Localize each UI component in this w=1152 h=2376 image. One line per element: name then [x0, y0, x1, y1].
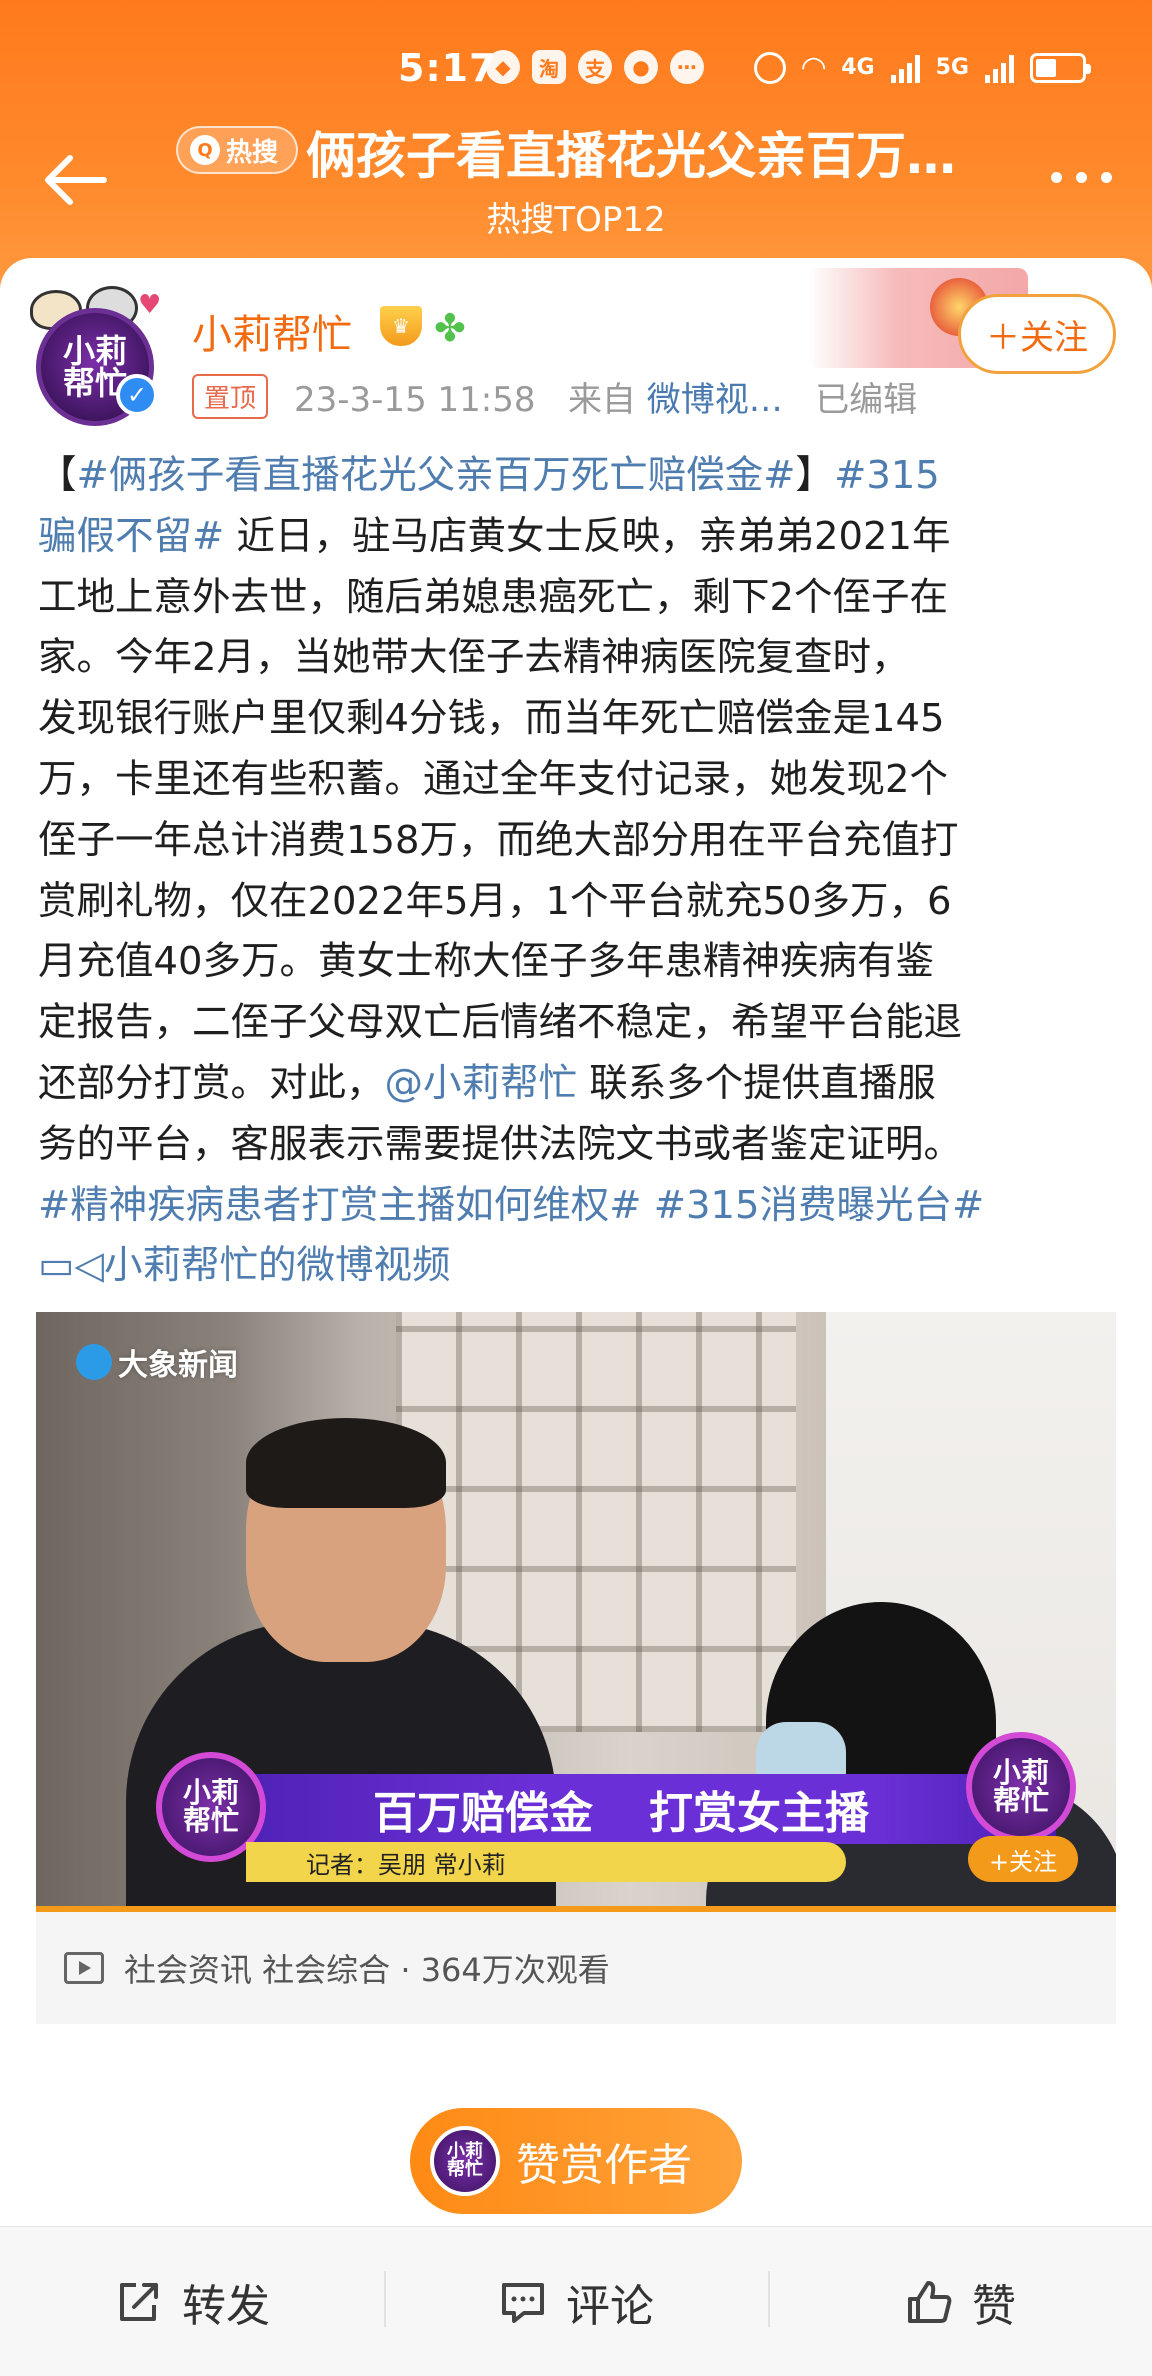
comment-button[interactable]: 评论 — [384, 2227, 768, 2376]
body-text: 务的平台，客服表示需要提供法院文书或者鉴定证明。 — [38, 1121, 963, 1167]
body-text: 万，卡里还有些积蓄。通过全年支付记录，她发现2个 — [38, 756, 948, 802]
network-4g-label: 4G — [841, 55, 875, 80]
signal-icon-2 — [985, 53, 1014, 83]
topic-tag-mental-illness[interactable]: #精神疾病患者打赏主播如何维权# — [38, 1183, 642, 1228]
topic-tag-315-exposure[interactable]: #315消费曝光台# — [642, 1183, 985, 1228]
alipay-icon: 支 — [578, 50, 612, 84]
tip-avatar: 小莉 帮忙 — [430, 2126, 500, 2196]
body-text: 定报告，二侄子父母双亡后情绪不稳定，希望平台能退 — [38, 1000, 963, 1046]
post-body: 【#俩孩子看直播花光父亲百万死亡赔偿金#】#315 骗假不留# 近日，驻马店黄女… — [38, 446, 1118, 1297]
bracket-open: 【 — [38, 453, 77, 498]
post-meta: 23-3-15 11:58 来自 微博视… 已编辑 — [294, 372, 917, 421]
post-date: 23-3-15 11:58 — [294, 380, 536, 420]
video-play-icon — [64, 1952, 104, 1984]
caption-left: 百万赔偿金 — [373, 1788, 593, 1839]
thumbs-up-icon — [908, 2280, 952, 2323]
elephant-logo-icon — [76, 1344, 112, 1380]
video-category-info: 社会资讯 社会综合 · 364万次观看 — [124, 1951, 610, 1989]
video-link-label: 小莉帮忙的微博视频 — [103, 1243, 451, 1289]
body-text: 月充值40多万。黄女士称大侄子多年患精神疾病有鉴 — [38, 939, 934, 985]
pinned-badge: 置顶 — [192, 374, 269, 419]
topic-tag-315-part1[interactable]: #315 — [834, 453, 940, 498]
member-crown-icon[interactable]: ♛ — [380, 306, 422, 346]
taobao-icon: 淘 — [532, 50, 566, 84]
video-follow-button[interactable]: +关注 — [968, 1836, 1078, 1882]
more-notification-icon: ⋯ — [670, 50, 704, 84]
page-title: 俩孩子看直播花光父亲百万… — [306, 127, 956, 185]
tip-author-button[interactable]: 小莉 帮忙 赞赏作者 — [410, 2108, 742, 2214]
follow-button[interactable]: ＋关注 — [958, 294, 1116, 374]
more-options-icon[interactable] — [1051, 172, 1112, 183]
body-text: 联系多个提供直播服 — [577, 1060, 936, 1106]
body-text: 赏刷礼物，仅在2022年5月，1个平台就充50多万，6 — [38, 878, 952, 924]
body-text: 家。今年2月，当她带大侄子去精神病医院复查时， — [38, 635, 910, 681]
news-watermark: 大象新闻 — [76, 1340, 238, 1384]
post-edited-label: 已编辑 — [815, 380, 918, 420]
system-icons: ◠ 4G 5G — [754, 50, 1091, 85]
heart-icon: ♥ — [138, 290, 162, 320]
status-time: 5:17 — [398, 46, 497, 90]
action-bar: 转发 评论 赞 — [0, 2226, 1152, 2376]
body-text: 侄子一年总计消费158万，而绝大部分用在平台充值打 — [38, 817, 959, 863]
hot-search-pill[interactable]: Q 热搜 — [176, 126, 299, 174]
video-caption-banner: 百万赔偿金 打赏女主播 — [186, 1774, 1056, 1844]
author-name[interactable]: 小莉帮忙 — [192, 302, 352, 360]
post-from-label: 来自 — [567, 380, 636, 420]
post-source-link[interactable]: 微博视… — [647, 380, 783, 420]
video-logo-badge-right: 小莉 帮忙 — [966, 1732, 1076, 1842]
body-text: 发现银行账户里仅剩4分钱，而当年死亡赔偿金是145 — [38, 696, 945, 742]
topic-tag-main[interactable]: #俩孩子看直播花光父亲百万死亡赔偿金# — [77, 453, 796, 498]
battery-icon — [1030, 52, 1091, 83]
tip-label: 赞赏作者 — [516, 2140, 692, 2191]
body-text: 近日，驻马店黄女士反映，亲弟弟2021年 — [224, 513, 951, 559]
search-icon: Q — [190, 135, 220, 165]
shield-icon: ◆ — [486, 50, 520, 84]
body-text: 工地上意外去世，随后弟媳患癌死亡，剩下2个侄子在 — [38, 574, 948, 620]
clover-icon[interactable]: ✤ — [434, 306, 466, 350]
verified-badge-icon: ✓ — [116, 374, 158, 416]
like-button[interactable]: 赞 — [768, 2227, 1152, 2376]
repost-icon — [120, 2282, 158, 2321]
video-info-bar[interactable]: 社会资讯 社会综合 · 364万次观看 — [36, 1912, 1116, 2024]
topic-tag-315-part2[interactable]: 骗假不留# — [38, 514, 224, 559]
repost-label: 转发 — [182, 2280, 270, 2332]
notification-icons: ◆ 淘 支 ● ⋯ — [486, 50, 704, 84]
like-label: 赞 — [972, 2280, 1016, 2332]
alarm-icon — [754, 51, 787, 84]
body-text: 还部分打赏。对此， — [38, 1060, 385, 1106]
reporter-credit: 记者：吴朋 常小莉 — [246, 1842, 846, 1882]
page-subtitle: 热搜TOP12 — [486, 200, 666, 240]
comment-icon — [502, 2282, 544, 2323]
top-header: 5:17 ◆ 淘 支 ● ⋯ ◠ 4G 5G Q 热搜 俩孩子看直播花光父亲百万… — [0, 0, 1152, 300]
video-link[interactable]: ▭◁小莉帮忙的微博视频 — [38, 1243, 451, 1288]
bracket-close: 】 — [795, 453, 835, 498]
hot-search-label: 热搜 — [226, 137, 279, 168]
comment-label: 评论 — [566, 2280, 654, 2332]
video-camera-icon: ▭◁ — [38, 1243, 104, 1289]
wifi-icon: ◠ — [802, 50, 826, 85]
network-5g-label: 5G — [935, 55, 969, 80]
video-player[interactable]: 大象新闻 百万赔偿金 打赏女主播 小莉 帮忙 小莉 帮忙 记者：吴朋 常小莉 +关注 — [36, 1312, 1116, 1912]
message-icon: ● — [624, 50, 658, 84]
status-bar: 5:17 ◆ 淘 支 ● ⋯ ◠ 4G 5G — [0, 40, 1152, 96]
repost-button[interactable]: 转发 — [0, 2227, 384, 2376]
signal-icon — [890, 53, 920, 83]
watermark-text: 大象新闻 — [118, 1348, 238, 1383]
caption-right: 打赏女主播 — [649, 1788, 869, 1839]
mention-link[interactable]: @小莉帮忙 — [385, 1061, 578, 1106]
